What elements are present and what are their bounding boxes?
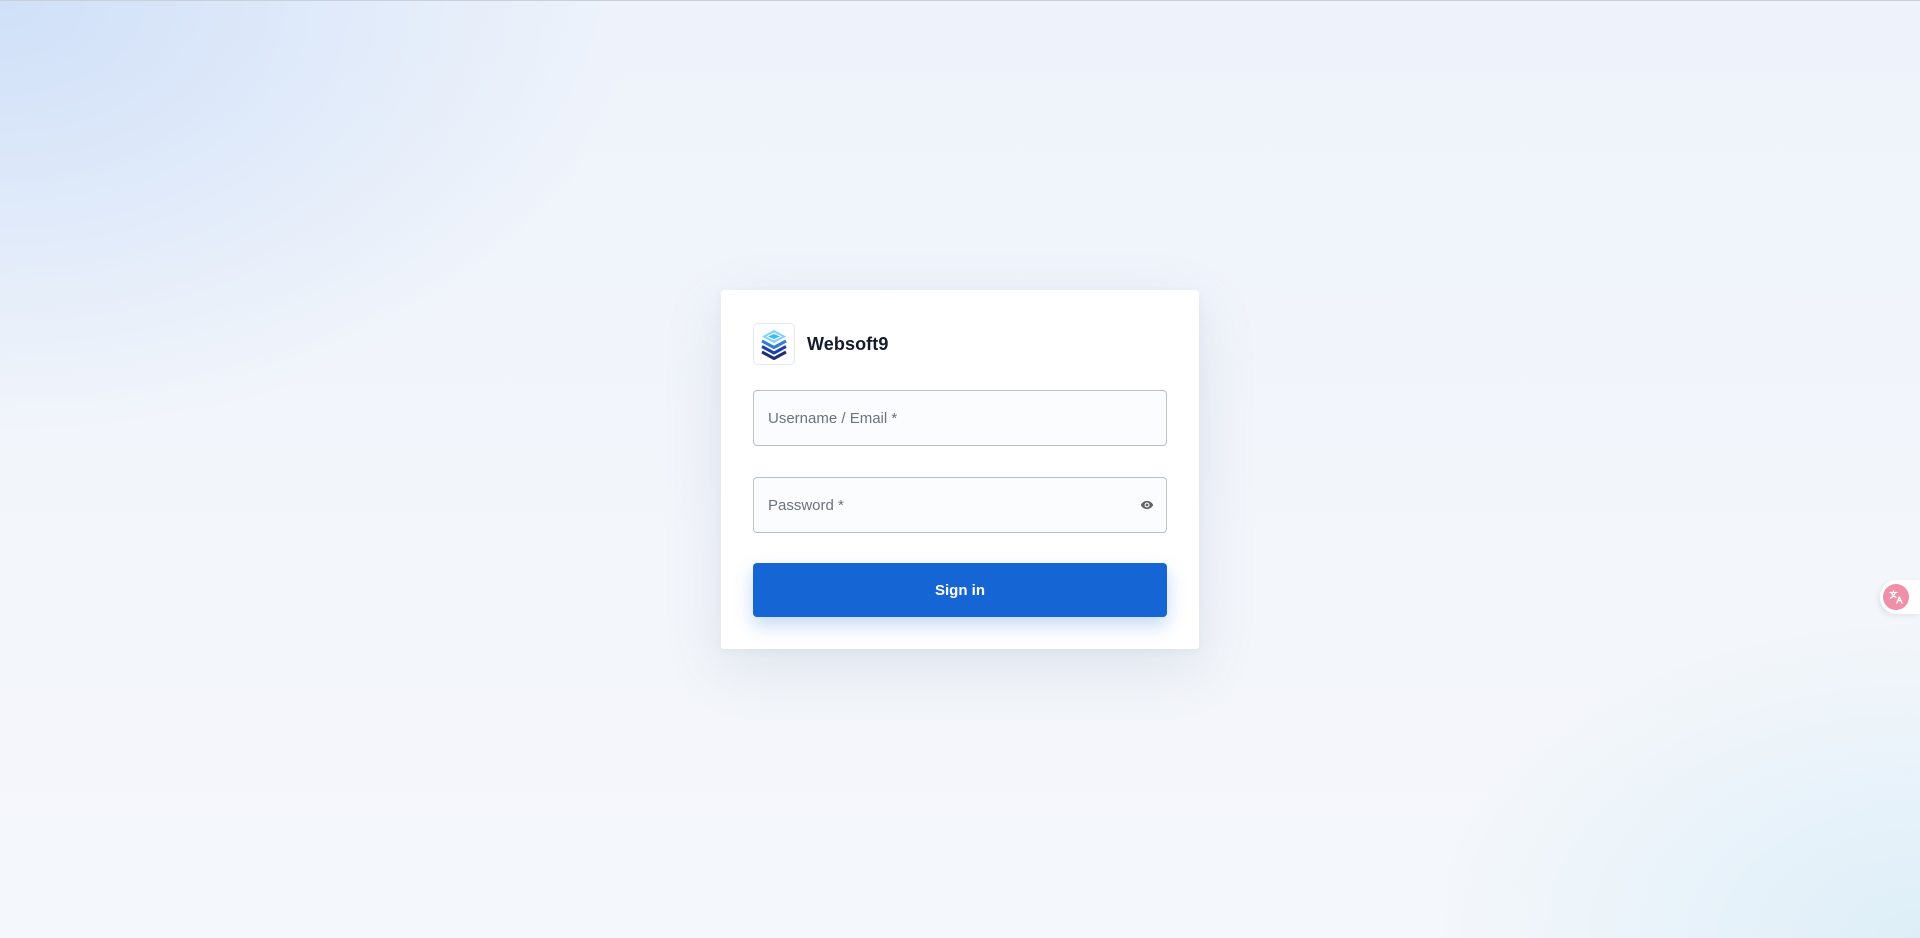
username-field[interactable] [753,390,1167,446]
brand-header: Websoft9 [753,322,1167,366]
stacked-layers-logo-icon [761,330,787,360]
brand-name: Websoft9 [807,333,889,354]
username-input[interactable] [754,391,1166,445]
eye-icon[interactable] [1138,496,1156,514]
password-field[interactable] [753,477,1167,533]
brand-logo [753,323,795,365]
translate-icon[interactable] [1883,584,1909,610]
login-card: Websoft9 Sign in [721,290,1199,649]
password-input[interactable] [754,478,1166,532]
sign-in-button[interactable]: Sign in [753,563,1167,617]
translate-widget[interactable] [1880,580,1920,614]
top-border [0,0,1920,1]
